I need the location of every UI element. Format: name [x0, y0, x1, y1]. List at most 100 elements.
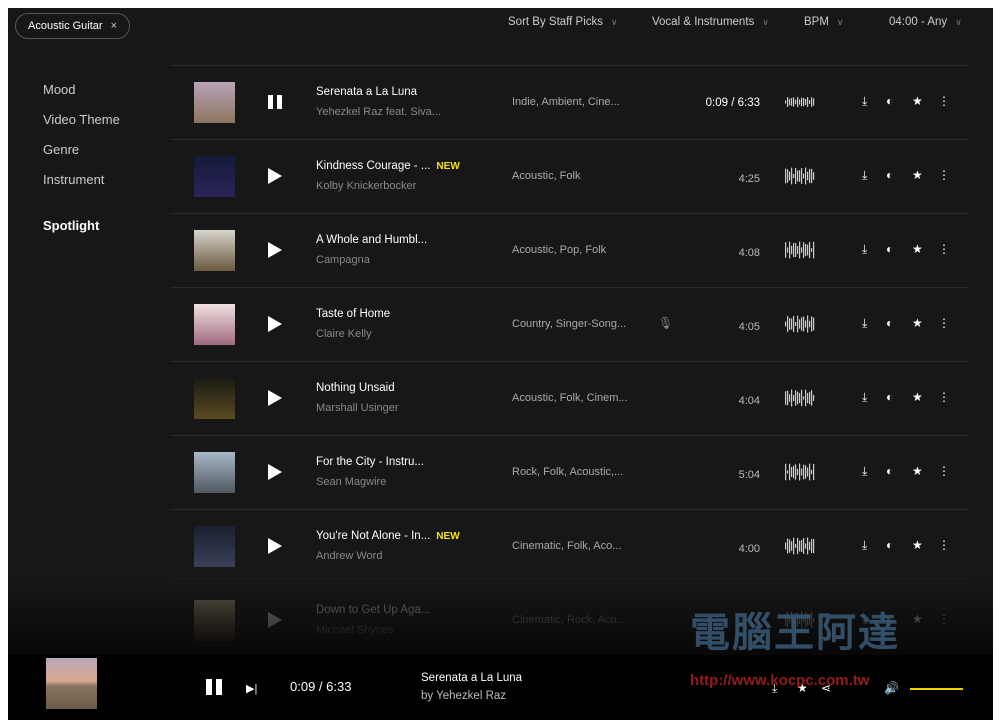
track-artist[interactable]: Claire Kelly [316, 328, 372, 340]
bpm-dropdown[interactable]: BPM ∨ [804, 16, 844, 28]
volume-icon[interactable]: 🔊 [884, 681, 899, 695]
more-icon[interactable]: ⋮ [938, 168, 950, 182]
track-artist[interactable]: Sean Magwire [316, 476, 386, 488]
sidebar-item-mood[interactable]: Mood [43, 82, 76, 97]
track-genres[interactable]: Cinematic, Folk, Aco... [512, 540, 621, 552]
waveform[interactable] [785, 388, 815, 408]
track-title[interactable]: Serenata a La Luna [316, 86, 417, 98]
chevron-down-icon: ∨ [955, 16, 962, 27]
waveform-graphic [785, 315, 815, 333]
toggle-icon[interactable]: ◐ [886, 316, 893, 330]
pause-icon[interactable] [268, 95, 282, 109]
play-icon[interactable] [268, 242, 282, 258]
track-title-text: Taste of Home [316, 308, 391, 320]
track-title[interactable]: A Whole and Humbl... [316, 234, 427, 246]
table-row[interactable]: Nothing Unsaid Marshall Usinger Acoustic, … [170, 361, 968, 435]
filter-chip-acoustic-guitar[interactable]: Acoustic Guitar × [15, 13, 131, 39]
track-title[interactable]: You're Not Alone - In... NEW [316, 530, 460, 542]
more-icon[interactable]: ⋮ [938, 390, 950, 404]
table-row[interactable]: Serenata a La Luna Yehezkel Raz feat. Siv… [170, 65, 968, 139]
track-genres[interactable]: Indie, Ambient, Cine... [512, 96, 620, 108]
player-artist[interactable]: by Yehezkel Raz [421, 690, 506, 702]
download-icon[interactable]: ⤓ [862, 538, 867, 553]
duration-dropdown[interactable]: 04:00 - Any ∨ [889, 16, 962, 28]
play-icon[interactable] [268, 316, 282, 332]
track-genres[interactable]: Acoustic, Folk, Cinem... [512, 392, 628, 404]
track-genres[interactable]: Rock, Folk, Acoustic,... [512, 466, 623, 478]
track-artist[interactable]: Yehezkel Raz feat. Siva... [316, 106, 441, 118]
watermark-url: http://www.kocpc.com.tw [690, 672, 870, 689]
player-title[interactable]: Serenata a La Luna [421, 672, 522, 684]
more-icon[interactable]: ⋮ [938, 464, 950, 478]
more-icon[interactable]: ⋮ [938, 242, 950, 256]
track-artist[interactable]: Marshall Usinger [316, 402, 399, 414]
track-genres[interactable]: Acoustic, Pop, Folk [512, 244, 606, 256]
table-row[interactable]: A Whole and Humbl... Campagna Acoustic, Po… [170, 213, 968, 287]
toggle-icon[interactable]: ◐ [886, 168, 893, 182]
track-title-text: Serenata a La Luna [316, 86, 418, 98]
more-icon[interactable]: ⋮ [938, 94, 950, 108]
download-icon[interactable]: ⤓ [862, 464, 867, 479]
sidebar-item-spotlight[interactable]: Spotlight [43, 218, 99, 233]
table-row[interactable]: Kindness Courage - ... NEW Kolby Knickerbo… [170, 139, 968, 213]
toggle-icon[interactable]: ◐ [886, 242, 893, 256]
next-icon[interactable]: ▶| [246, 682, 257, 695]
track-title[interactable]: For the City - Instru... [316, 456, 424, 468]
sidebar-item-genre[interactable]: Genre [43, 142, 79, 157]
play-icon[interactable] [268, 390, 282, 406]
star-icon[interactable]: ★ [912, 242, 923, 256]
track-artist[interactable]: Campagna [316, 254, 370, 266]
star-icon[interactable]: ★ [912, 538, 923, 552]
table-row[interactable]: You're Not Alone - In... NEW Andrew Word Ci… [170, 509, 968, 583]
download-icon[interactable]: ⤓ [862, 242, 867, 257]
download-icon[interactable]: ⤓ [862, 390, 867, 405]
star-icon[interactable]: ★ [912, 390, 923, 404]
volume-slider[interactable] [910, 688, 963, 690]
download-icon[interactable]: ⤓ [862, 94, 867, 109]
more-icon[interactable]: ⋮ [938, 316, 950, 330]
play-icon[interactable] [268, 538, 282, 554]
play-icon[interactable] [268, 464, 282, 480]
star-icon[interactable]: ★ [912, 464, 923, 478]
toggle-icon[interactable]: ◐ [886, 390, 893, 404]
play-icon[interactable] [268, 168, 282, 184]
toggle-icon[interactable]: ◐ [886, 538, 893, 552]
waveform-graphic [785, 167, 815, 185]
pause-button[interactable] [206, 679, 222, 695]
toggle-icon[interactable]: ◐ [886, 94, 893, 108]
waveform[interactable] [785, 240, 815, 260]
star-icon[interactable]: ★ [912, 168, 923, 182]
download-icon[interactable]: ⤓ [862, 316, 867, 331]
vocal-dropdown[interactable]: Vocal & Instruments ∨ [652, 16, 769, 28]
table-row[interactable]: Taste of Home Claire Kelly Country, Singer… [170, 287, 968, 361]
microphone-icon: 🎙 [658, 316, 674, 330]
track-title-text: Nothing Unsaid [316, 382, 395, 394]
track-title[interactable]: Nothing Unsaid [316, 382, 395, 394]
track-genres[interactable]: Acoustic, Folk [512, 170, 580, 182]
sidebar-item-video-theme[interactable]: Video Theme [43, 112, 120, 127]
track-title-text: For the City - Instru... [316, 456, 424, 468]
chevron-down-icon: ∨ [611, 16, 618, 27]
track-duration: 4:04 [738, 395, 760, 407]
album-art [194, 304, 235, 345]
download-icon[interactable]: ⤓ [862, 168, 867, 183]
waveform[interactable] [785, 462, 815, 482]
star-icon[interactable]: ★ [912, 94, 923, 108]
track-genres[interactable]: Country, Singer-Song... [512, 318, 626, 330]
track-artist[interactable]: Andrew Word [316, 550, 382, 562]
waveform[interactable] [785, 166, 815, 186]
sort-dropdown[interactable]: Sort By Staff Picks ∨ [508, 16, 618, 28]
track-title[interactable]: Kindness Courage - ... NEW [316, 160, 460, 172]
track-artist[interactable]: Kolby Knickerbocker [316, 180, 416, 192]
album-art [194, 230, 235, 271]
close-icon[interactable]: × [111, 20, 117, 32]
star-icon[interactable]: ★ [912, 316, 923, 330]
toggle-icon[interactable]: ◐ [886, 464, 893, 478]
sidebar-item-instrument[interactable]: Instrument [43, 172, 104, 187]
waveform[interactable] [785, 92, 815, 112]
waveform[interactable] [785, 536, 815, 556]
more-icon[interactable]: ⋮ [938, 538, 950, 552]
table-row[interactable]: For the City - Instru... Sean Magwire Rock… [170, 435, 968, 509]
waveform[interactable] [785, 314, 815, 334]
track-title[interactable]: Taste of Home [316, 308, 390, 320]
